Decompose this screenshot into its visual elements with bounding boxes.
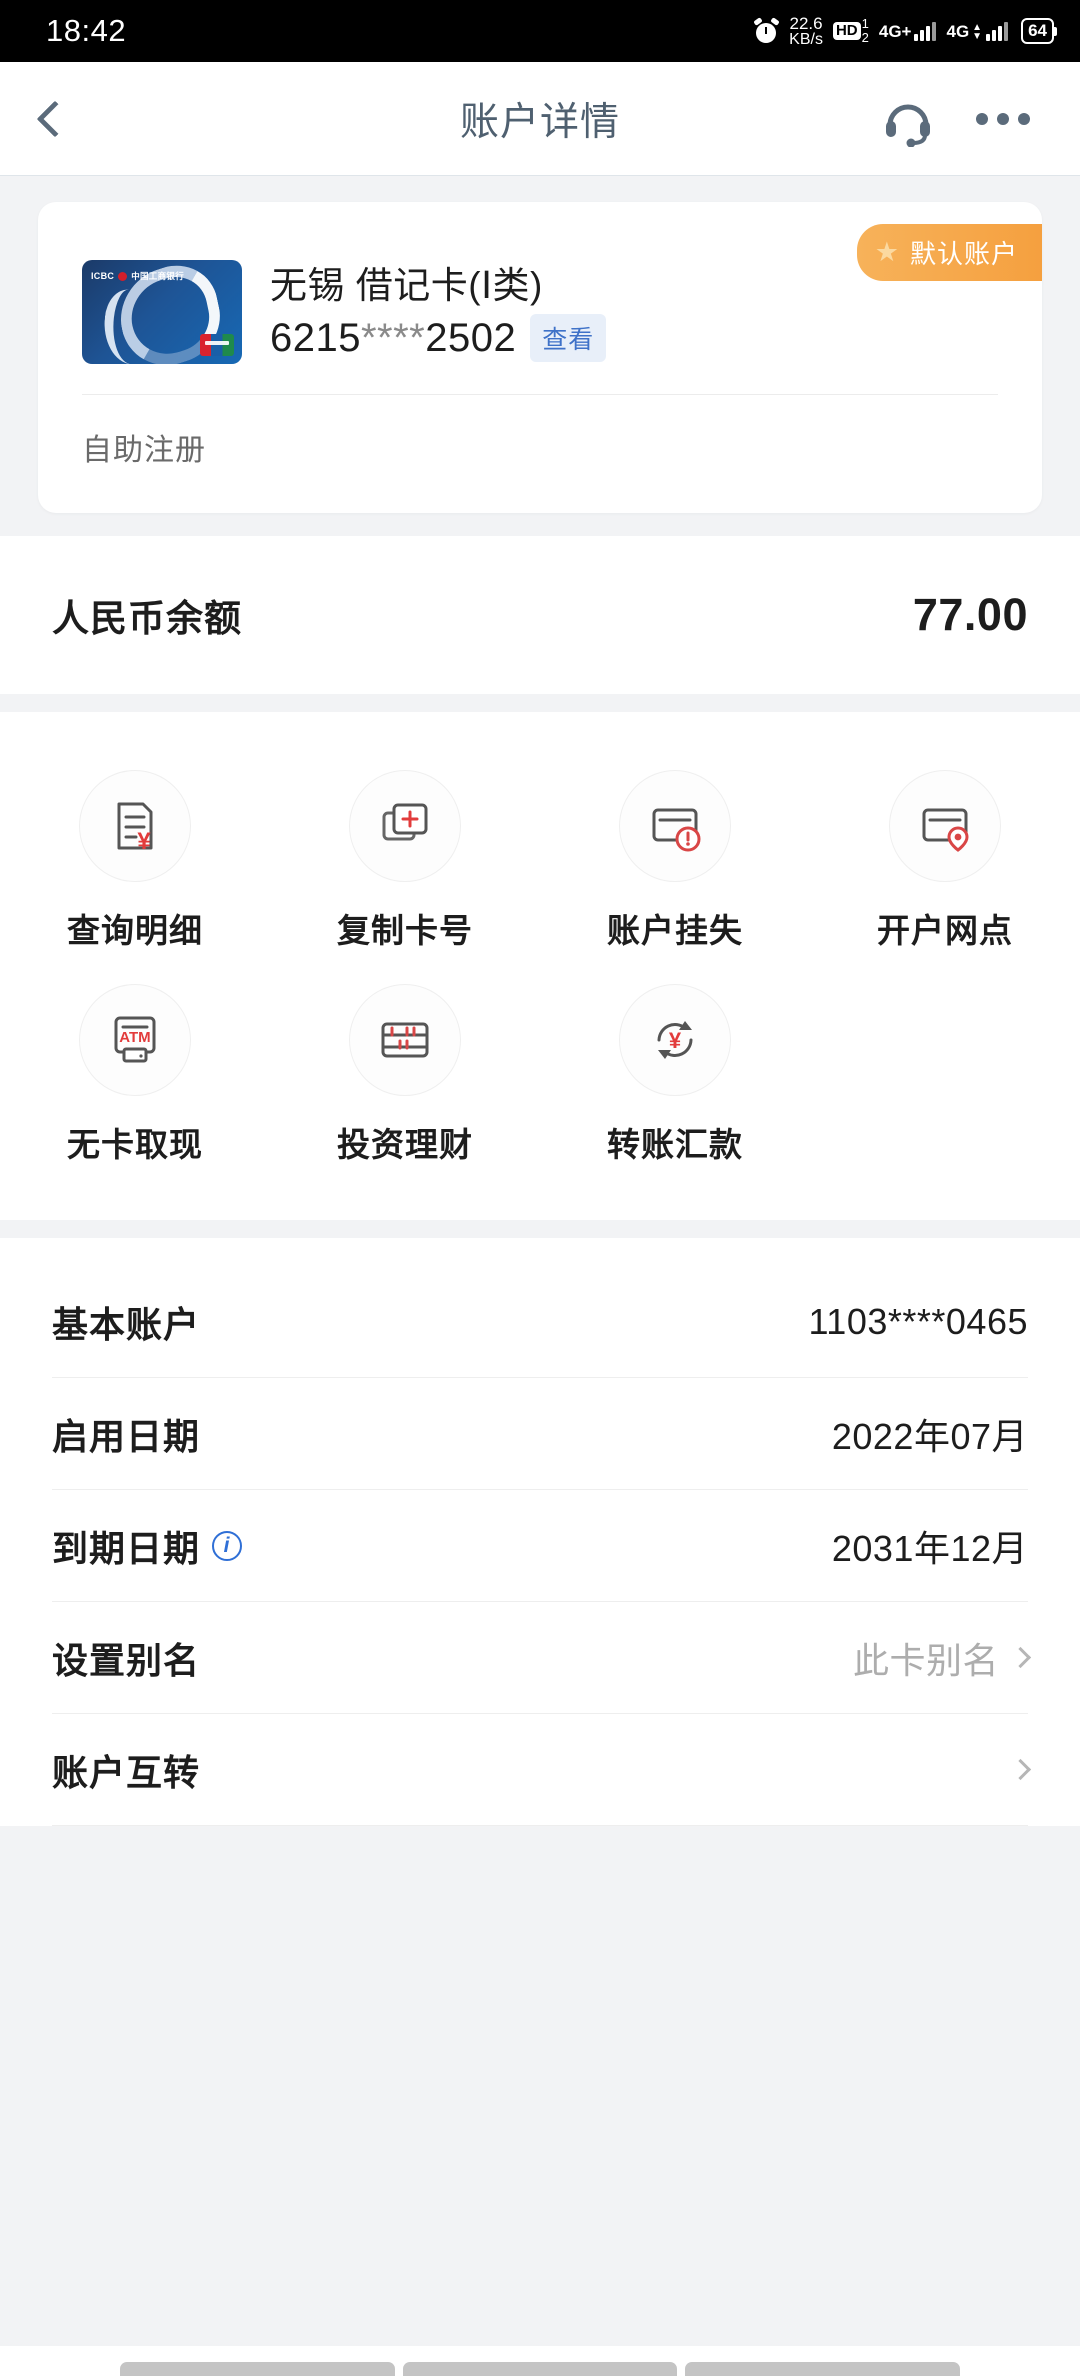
detail-value: 2031年12月 bbox=[831, 1527, 1028, 1569]
icbc-logo-cn: 中国工商银行 bbox=[131, 271, 185, 281]
svg-text:ATM: ATM bbox=[119, 1029, 150, 1046]
status-bar-clock: 18:42 bbox=[46, 13, 127, 48]
unionpay-icon bbox=[200, 334, 234, 356]
card-location-icon bbox=[889, 770, 1001, 882]
status-bar-indicators: 22.6 KB/s HD 1 2 4G+ 4G ▲ ▼ 64 bbox=[753, 15, 1057, 48]
network-speed-value: 22.6 bbox=[789, 13, 823, 33]
headset-icon[interactable] bbox=[880, 91, 936, 147]
sim2-network-label: 4G bbox=[946, 22, 970, 41]
detail-key: 账户互转 bbox=[52, 1751, 201, 1793]
svg-text:¥: ¥ bbox=[137, 828, 151, 855]
hd-sim1: 1 bbox=[861, 16, 869, 32]
abacus-icon bbox=[349, 984, 461, 1096]
action-empty-slot bbox=[810, 970, 1080, 1184]
registration-status: 自助注册 bbox=[82, 434, 206, 467]
network-speed-unit: KB/s bbox=[789, 30, 823, 48]
balance-value: 77.00 bbox=[912, 589, 1028, 640]
card-number-mask: **** bbox=[360, 315, 426, 360]
detail-row-expiry-date: 到期日期 i 2031年12月 bbox=[52, 1490, 1028, 1602]
action-label: 复制卡号 bbox=[337, 912, 473, 949]
chevron-left-icon bbox=[36, 100, 74, 137]
icbc-logo-mark bbox=[118, 271, 128, 281]
detail-value: 1103****0465 bbox=[808, 1300, 1028, 1342]
info-circle-icon[interactable]: i bbox=[212, 1530, 243, 1561]
action-copy-card-number[interactable]: 复制卡号 bbox=[270, 756, 540, 970]
default-account-badge-label: 默认账户 bbox=[909, 239, 1018, 269]
star-icon: ★ bbox=[874, 237, 900, 267]
action-investment[interactable]: 投资理财 bbox=[270, 970, 540, 1184]
balance-row: 人民币余额 77.00 bbox=[0, 535, 1080, 694]
quick-actions-row-2: ATM 无卡取现 投资理财 ¥ 转账汇款 bbox=[0, 970, 1080, 1184]
quick-actions-row-1: ¥ 查询明细 复制卡号 账户挂失 开户网点 bbox=[0, 756, 1080, 970]
detail-key: 到期日期 bbox=[52, 1527, 201, 1569]
action-transfer[interactable]: ¥ 转账汇款 bbox=[540, 970, 810, 1184]
action-cardless-withdrawal[interactable]: ATM 无卡取现 bbox=[0, 970, 270, 1184]
signal-sim1-icon: 4G+ bbox=[879, 21, 937, 41]
network-speed-indicator: 22.6 KB/s bbox=[789, 15, 823, 48]
more-dots-icon[interactable] bbox=[976, 112, 1030, 125]
default-account-badge: ★ 默认账户 bbox=[856, 224, 1042, 281]
app-header: 账户详情 bbox=[0, 62, 1080, 176]
bottom-bar-item bbox=[120, 2362, 395, 2376]
section-divider-2 bbox=[0, 1220, 1080, 1238]
detail-row-activation-date: 启用日期 2022年07月 bbox=[52, 1378, 1028, 1490]
action-label: 无卡取现 bbox=[67, 1126, 203, 1163]
hd-voice-icon: HD 1 2 bbox=[832, 16, 869, 45]
bottom-bar-item bbox=[685, 2362, 961, 2376]
card-number-suffix: 2502 bbox=[425, 315, 517, 360]
hd-sim2: 2 bbox=[861, 30, 869, 45]
icbc-logo: ICBC 中国工商银行 bbox=[91, 270, 184, 282]
detail-value-group: 此卡别名 bbox=[852, 1632, 1032, 1684]
view-card-number-button[interactable]: 查看 bbox=[530, 314, 607, 363]
chevron-right-icon bbox=[1009, 1646, 1032, 1669]
hd-label: HD bbox=[832, 22, 861, 40]
detail-value: 此卡别名 bbox=[852, 1639, 999, 1681]
card-number: 6215****2502 bbox=[270, 316, 516, 361]
account-card[interactable]: ★ 默认账户 ICBC 中国工商银行 无锡 借记卡(Ⅰ类) 6215****25… bbox=[38, 202, 1042, 513]
svg-text:¥: ¥ bbox=[669, 1028, 682, 1053]
back-button[interactable] bbox=[0, 100, 110, 137]
bank-card-thumbnail: ICBC 中国工商银行 bbox=[82, 260, 242, 364]
transfer-yuan-icon: ¥ bbox=[619, 984, 731, 1096]
detail-key: 启用日期 bbox=[52, 1415, 201, 1457]
action-label: 查询明细 bbox=[67, 912, 203, 949]
detail-row-basic-account: 基本账户 1103****0465 bbox=[52, 1266, 1028, 1378]
action-account-branch[interactable]: 开户网点 bbox=[810, 756, 1080, 970]
account-details-list: 基本账户 1103****0465 启用日期 2022年07月 到期日期 i 2… bbox=[0, 1266, 1080, 1826]
balance-label: 人民币余额 bbox=[52, 598, 242, 639]
detail-key-group: 到期日期 i bbox=[52, 1520, 243, 1572]
card-alert-icon bbox=[619, 770, 731, 882]
account-card-section: ★ 默认账户 ICBC 中国工商银行 无锡 借记卡(Ⅰ类) 6215****25… bbox=[0, 176, 1080, 535]
action-report-loss[interactable]: 账户挂失 bbox=[540, 756, 810, 970]
action-label: 账户挂失 bbox=[607, 912, 743, 949]
status-bar: 18:42 22.6 KB/s HD 1 2 4G+ 4G ▲ ▼ 64 bbox=[0, 0, 1080, 62]
signal-sim2-icon: 4G ▲ ▼ bbox=[946, 21, 1009, 42]
sim1-network-label: 4G+ bbox=[878, 22, 912, 41]
statement-yuan-icon: ¥ bbox=[79, 770, 191, 882]
section-divider bbox=[0, 694, 1080, 712]
action-label: 投资理财 bbox=[337, 1126, 473, 1163]
action-query-statement[interactable]: ¥ 查询明细 bbox=[0, 756, 270, 970]
quick-actions-grid: ¥ 查询明细 复制卡号 账户挂失 开户网点 ATM 无卡取现 投资理财 ¥ 转账… bbox=[0, 712, 1080, 1220]
bottom-partial-row bbox=[0, 2346, 1080, 2376]
card-number-prefix: 6215 bbox=[270, 315, 361, 360]
detail-row-account-transfer[interactable]: 账户互转 bbox=[52, 1714, 1032, 1826]
bottom-bar-item bbox=[402, 2362, 678, 2376]
battery-icon: 64 bbox=[1021, 18, 1057, 44]
detail-key: 设置别名 bbox=[52, 1639, 201, 1681]
action-label: 开户网点 bbox=[877, 912, 1013, 949]
chevron-right-icon bbox=[1009, 1758, 1032, 1781]
detail-value: 2022年07月 bbox=[831, 1415, 1028, 1457]
phone-screen: 18:42 22.6 KB/s HD 1 2 4G+ 4G ▲ ▼ 64 账户详… bbox=[0, 0, 1080, 2376]
icbc-logo-en: ICBC bbox=[91, 271, 115, 281]
atm-icon: ATM bbox=[79, 984, 191, 1096]
action-label: 转账汇款 bbox=[607, 1126, 743, 1163]
copy-card-icon bbox=[349, 770, 461, 882]
data-arrows-icon: ▲ ▼ bbox=[972, 22, 983, 42]
detail-key: 基本账户 bbox=[52, 1303, 201, 1345]
detail-row-set-alias[interactable]: 设置别名 此卡别名 bbox=[52, 1602, 1032, 1714]
detail-value-group bbox=[999, 1758, 1032, 1781]
alarm-icon bbox=[753, 16, 780, 44]
